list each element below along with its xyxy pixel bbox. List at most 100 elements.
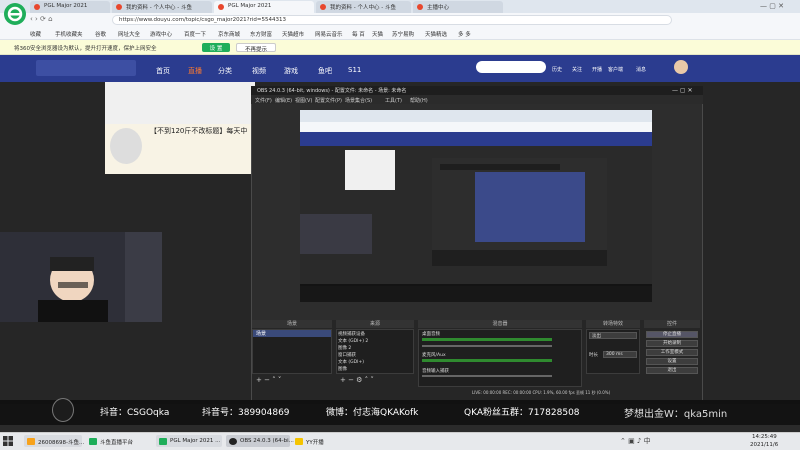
transitions-dock-header: 转场特效 [586,320,640,328]
header-client[interactable]: 客户端 [608,66,623,73]
notice-dismiss-button[interactable]: 不再提示 [236,43,276,53]
taskbar-item-douyu-2[interactable]: 斗鱼直播平台 [86,435,150,447]
tab-favicon-icon [417,4,423,10]
obs-menu-file[interactable]: 文件(F) [255,97,272,104]
volume-slider[interactable] [422,345,552,347]
bookmark-item[interactable]: 网易云音乐 [315,30,343,38]
source-item[interactable]: 窗口捕获 [338,352,368,359]
transition-select[interactable]: 淡出 [589,332,637,339]
tab-pgl-major-1[interactable]: PGL Major 2021 [30,1,110,13]
nav-item-home[interactable]: 首页 [156,66,170,76]
bookmark-item[interactable]: 天猫 [372,30,383,38]
clock-date: 2021/11/6 [750,442,779,448]
clock-time: 14:25:49 [752,434,777,440]
bookmark-item[interactable]: 百度一下 [184,30,206,38]
obs-icon [229,438,237,445]
header-history[interactable]: 历史 [552,66,562,73]
volume-slider[interactable] [422,375,552,377]
source-item[interactable]: 视频捕获设备 [338,331,368,338]
exit-button[interactable]: 退出 [646,367,698,374]
duration-input[interactable]: 300 ms [603,351,637,358]
bookmark-item[interactable]: 东方财富 [250,30,272,38]
live-room-toolbar [105,82,255,124]
preview-webcam-source[interactable] [300,214,372,254]
obs-window-controls[interactable]: — ▢ ✕ [672,87,693,94]
bookmark-item[interactable]: 谷歌 [95,30,106,38]
studio-mode-button[interactable]: 工作室模式 [646,349,698,356]
start-button-icon[interactable] [2,435,14,447]
obs-menu-view[interactable]: 视图(V) [295,97,312,104]
mixer-track-label: 音频输入捕获 [422,369,449,374]
user-avatar[interactable] [674,60,688,74]
obs-status-bar: LIVE: 00:00:00 REC: 00:00:00 CPU: 1.9%, … [472,390,611,395]
scenes-dock-header: 场景 [252,320,332,328]
source-item[interactable]: 图像 2 [338,345,368,352]
system-tray-icons[interactable]: ⌃ ▣ ♪ 中 [620,436,651,446]
taskbar-item-douyu-1[interactable]: 26008698-斗鱼... [24,435,84,447]
source-item[interactable]: 文本 (GDI+) 2 [338,338,368,345]
app-icon [27,438,35,445]
bookmark-item[interactable]: 苏宁易购 [392,30,414,38]
url-field[interactable]: https://www.douyu.com/topic/csgo_major20… [112,15,672,25]
start-recording-button[interactable]: 开始录制 [646,340,698,347]
volume-meter [422,359,552,362]
nav-item-video[interactable]: 视频 [252,66,266,76]
bookmark-item[interactable]: 手机收藏夹 [55,30,83,38]
overlay-wechat: 梦想出金W：qka5min [624,409,728,420]
bookmark-item[interactable]: 网址大全 [118,30,140,38]
nav-item-s11[interactable]: S11 [348,66,361,74]
obs-menu-profile[interactable]: 配置文件(P) [315,97,342,104]
obs-menu-scene-collection[interactable]: 场景集合(S) [345,97,372,104]
tab-streamer-center[interactable]: 主播中心 [413,1,503,13]
settings-button[interactable]: 设置 [646,358,698,365]
mixer-track-label: 麦克风/Aux [422,353,446,358]
scene-item[interactable]: 场景 [253,330,331,337]
nav-item-games[interactable]: 游戏 [284,66,298,76]
app-icon [89,438,97,445]
tab-profile-1[interactable]: 我的资料 - 个人中心 - 斗鱼 [112,1,212,13]
site-search-input[interactable] [476,61,546,73]
tab-pgl-major-2[interactable]: PGL Major 2021 [214,1,314,13]
mixer-track-label: 桌面音频 [422,332,440,337]
sources-items[interactable]: 视频捕获设备 文本 (GDI+) 2 图像 2 窗口捕获 文本 (GDI+) 图… [338,331,368,373]
nav-item-fishbar[interactable]: 鱼吧 [318,66,332,76]
tab-favicon-icon [320,4,326,10]
nav-item-category[interactable]: 分类 [218,66,232,76]
nav-buttons[interactable]: ‹ › ⟳ ⌂ [30,15,53,23]
bookmark-item[interactable]: 每 百 [352,30,365,38]
header-follow[interactable]: 关注 [572,66,582,73]
taskbar-item-pgl[interactable]: PGL Major 2021 ... [156,435,222,447]
bookmark-item[interactable]: 京东商城 [218,30,240,38]
window-controls[interactable]: — ▢ ✕ [760,2,784,10]
source-toolbar[interactable]: + − ⚙ ˄ ˅ [340,376,374,384]
nav-item-live[interactable]: 直播 [188,66,202,76]
bookmark-item[interactable]: 游戏中心 [150,30,172,38]
event-logo[interactable] [36,60,136,76]
tab-favicon-icon [218,4,224,10]
scene-toolbar[interactable]: + − ˄ ˅ [256,376,281,384]
notice-set-button[interactable]: 设 置 [202,43,230,52]
obs-title-bar: OBS 24.0.3 (64-bit, windows) - 配置文件: 未命名… [251,86,703,95]
obs-menu-edit[interactable]: 编辑(E) [275,97,292,104]
streamer-avatar[interactable] [110,128,142,164]
tab-profile-2[interactable]: 我的资料 - 个人中心 - 斗鱼 [316,1,411,13]
notice-text: 将360安全浏览器设为默认，提升打开速度，保护上网安全 [14,46,157,52]
header-broadcast[interactable]: 开播 [592,66,602,73]
bookmark-item[interactable]: 收藏 [30,30,41,38]
obs-preview-canvas[interactable] [300,110,652,302]
overlay-fan-group: QKA粉丝五群：717828508 [464,408,580,418]
bookmark-item[interactable]: 多 多 [458,30,471,38]
obs-menu-tools[interactable]: 工具(T) [385,97,402,104]
bookmark-item[interactable]: 天猫精选 [425,30,447,38]
source-item[interactable]: 文本 (GDI+) [338,359,368,366]
header-messages[interactable]: 消息 [636,66,646,73]
obs-menu-help[interactable]: 帮助(H) [410,97,428,104]
taskbar-item-yy[interactable]: YY开播 [292,435,332,447]
taskbar-item-obs[interactable]: OBS 24.0.3 (64-bi... [226,435,294,447]
bookmark-item[interactable]: 天猫超市 [282,30,304,38]
source-item[interactable]: 图像 [338,366,368,373]
stop-streaming-button[interactable]: 停止直播 [646,331,698,338]
volume-meter [422,338,552,341]
app-icon [159,438,167,445]
duration-label: 时长 [589,353,598,358]
